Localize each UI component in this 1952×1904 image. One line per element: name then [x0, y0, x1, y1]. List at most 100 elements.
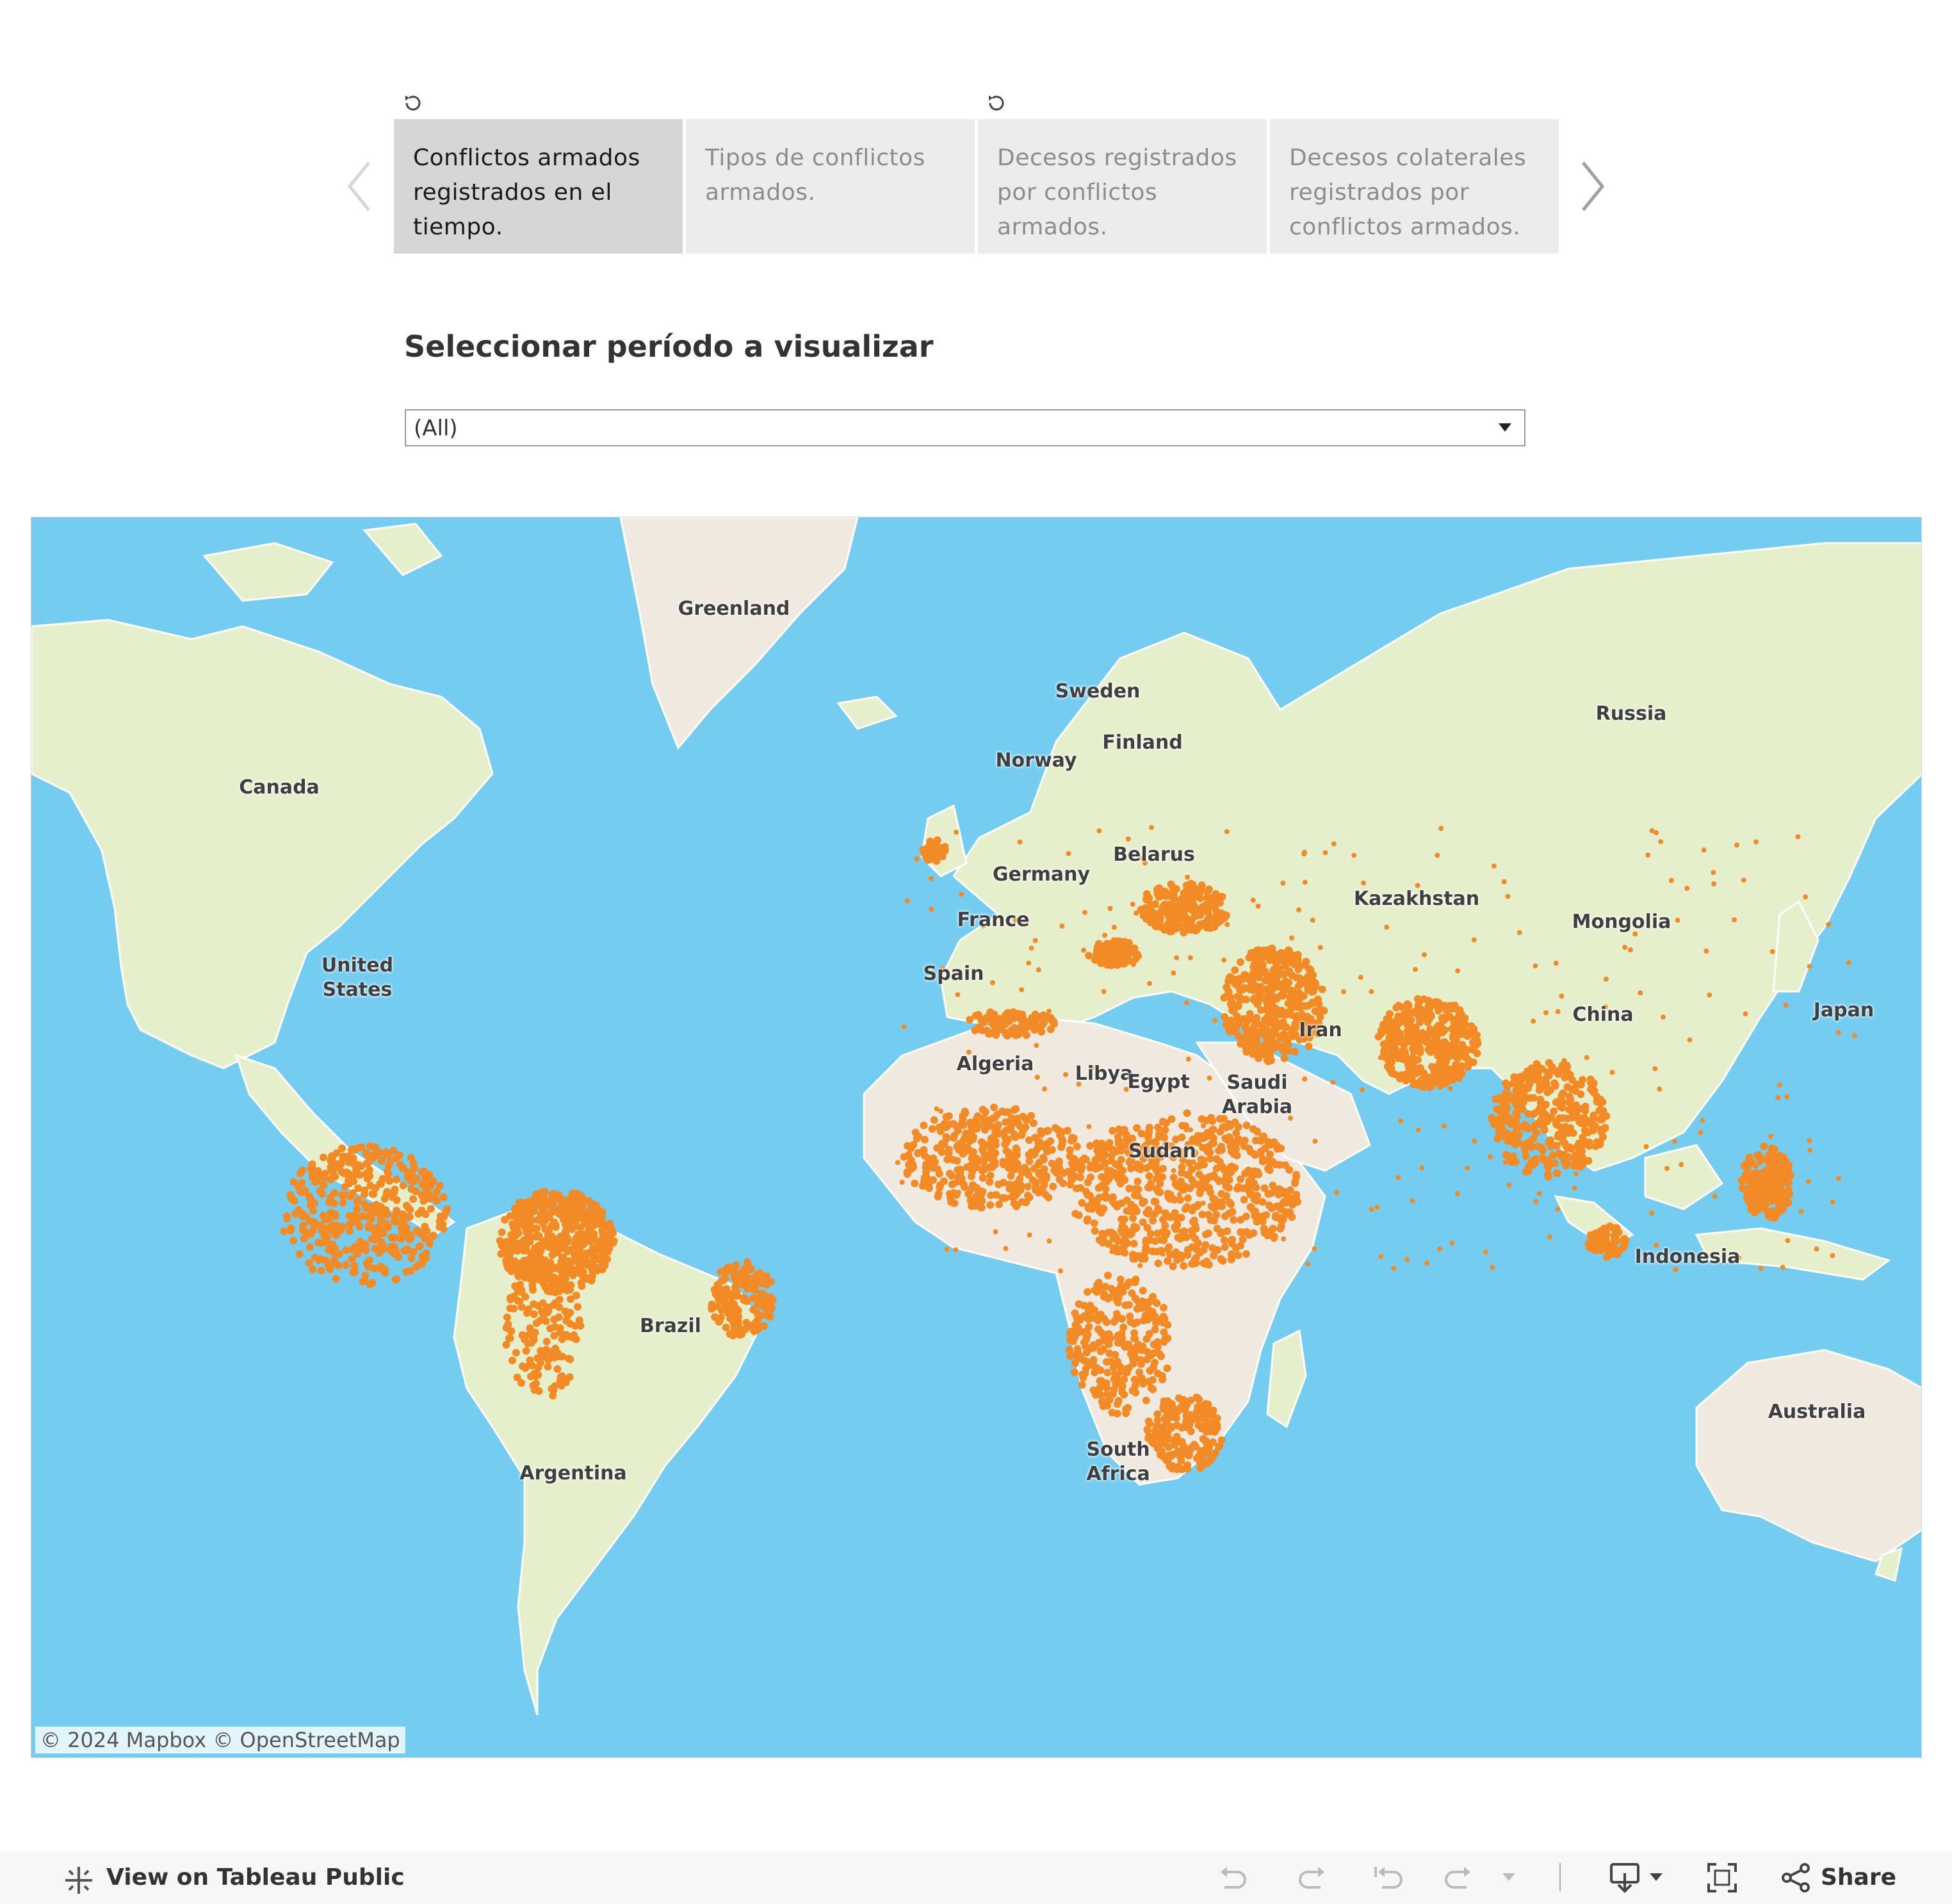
- conflict-point[interactable]: [1732, 917, 1737, 923]
- conflict-point[interactable]: [1449, 1076, 1457, 1084]
- map-attribution[interactable]: © 2024 Mapbox © OpenStreetMap: [35, 1727, 405, 1753]
- conflict-point[interactable]: [1553, 1121, 1561, 1129]
- conflict-point[interactable]: [544, 1363, 552, 1371]
- conflict-point[interactable]: [1378, 1055, 1383, 1061]
- conflict-point[interactable]: [1584, 1240, 1593, 1248]
- conflict-point[interactable]: [1757, 1169, 1766, 1178]
- conflict-point[interactable]: [1490, 1265, 1495, 1270]
- conflict-point[interactable]: [1087, 1161, 1095, 1169]
- conflict-point[interactable]: [511, 1206, 519, 1214]
- conflict-point[interactable]: [1150, 1358, 1159, 1367]
- conflict-point[interactable]: [1159, 1303, 1167, 1312]
- conflict-point[interactable]: [1553, 961, 1559, 966]
- conflict-point[interactable]: [1620, 1243, 1628, 1251]
- conflict-point[interactable]: [1743, 1011, 1748, 1017]
- undo-icon[interactable]: [1217, 1863, 1249, 1892]
- share-icon[interactable]: [1780, 1862, 1812, 1894]
- conflict-point[interactable]: [1252, 971, 1260, 979]
- conflict-point[interactable]: [1309, 971, 1317, 979]
- conflict-point[interactable]: [1260, 1144, 1269, 1153]
- conflict-point[interactable]: [991, 1137, 1000, 1146]
- conflict-point[interactable]: [1210, 1217, 1218, 1225]
- conflict-point[interactable]: [1559, 1114, 1567, 1122]
- conflict-point[interactable]: [1289, 935, 1294, 941]
- conflict-point[interactable]: [1005, 1149, 1014, 1157]
- conflict-point[interactable]: [1573, 1162, 1581, 1170]
- conflict-point[interactable]: [1130, 1329, 1139, 1337]
- conflict-point[interactable]: [1125, 1278, 1133, 1287]
- conflict-point[interactable]: [1657, 1086, 1663, 1092]
- conflict-point[interactable]: [386, 1157, 394, 1166]
- conflict-point[interactable]: [1010, 1200, 1018, 1208]
- conflict-point[interactable]: [1174, 1447, 1182, 1456]
- conflict-point[interactable]: [1280, 987, 1288, 995]
- conflict-point[interactable]: [327, 1260, 336, 1268]
- conflict-point[interactable]: [1392, 1017, 1401, 1025]
- conflict-point[interactable]: [1183, 1203, 1191, 1211]
- conflict-point[interactable]: [1027, 1232, 1032, 1238]
- conflict-point[interactable]: [1160, 1328, 1168, 1337]
- conflict-point[interactable]: [1216, 1128, 1224, 1136]
- conflict-point[interactable]: [1830, 1200, 1835, 1205]
- conflict-point[interactable]: [1414, 1004, 1422, 1012]
- conflict-point[interactable]: [963, 1134, 972, 1143]
- download-icon[interactable]: [1609, 1862, 1641, 1894]
- conflict-point[interactable]: [1558, 1091, 1566, 1100]
- conflict-point[interactable]: [1258, 1132, 1267, 1141]
- conflict-point[interactable]: [1156, 1188, 1164, 1196]
- conflict-point[interactable]: [719, 1297, 727, 1305]
- conflict-point[interactable]: [505, 1254, 513, 1262]
- conflict-point[interactable]: [1137, 1130, 1146, 1138]
- conflict-point[interactable]: [1771, 1178, 1777, 1184]
- conflict-point[interactable]: [1572, 1101, 1581, 1109]
- conflict-point[interactable]: [1369, 989, 1374, 995]
- conflict-point[interactable]: [1404, 1257, 1410, 1262]
- conflict-point[interactable]: [295, 1206, 303, 1214]
- conflict-point[interactable]: [990, 1103, 998, 1112]
- conflict-point[interactable]: [551, 1289, 560, 1296]
- conflict-point[interactable]: [738, 1280, 747, 1289]
- conflict-point[interactable]: [506, 1334, 514, 1342]
- conflict-point[interactable]: [1562, 1150, 1568, 1156]
- conflict-point[interactable]: [949, 1156, 957, 1164]
- conflict-point[interactable]: [1010, 1106, 1018, 1114]
- conflict-point[interactable]: [1280, 1189, 1289, 1198]
- conflict-point[interactable]: [1121, 1301, 1130, 1310]
- conflict-point[interactable]: [1126, 1318, 1135, 1326]
- conflict-point[interactable]: [1189, 880, 1195, 886]
- conflict-point[interactable]: [328, 1154, 336, 1162]
- conflict-point[interactable]: [399, 1213, 407, 1221]
- conflict-point[interactable]: [535, 1232, 543, 1240]
- conflict-point[interactable]: [933, 836, 941, 844]
- conflict-point[interactable]: [749, 1294, 757, 1303]
- conflict-point[interactable]: [305, 1217, 314, 1225]
- conflict-point[interactable]: [550, 1331, 558, 1340]
- conflict-point[interactable]: [1102, 1194, 1110, 1202]
- conflict-point[interactable]: [1220, 1166, 1228, 1174]
- conflict-point[interactable]: [366, 1182, 375, 1190]
- conflict-point[interactable]: [1700, 1118, 1705, 1123]
- conflict-point[interactable]: [1521, 1071, 1527, 1077]
- conflict-point[interactable]: [1510, 1132, 1518, 1140]
- conflict-point[interactable]: [1393, 1026, 1401, 1034]
- conflict-point[interactable]: [1295, 989, 1303, 997]
- conflict-point[interactable]: [1415, 1127, 1421, 1133]
- conflict-point[interactable]: [1374, 1032, 1383, 1041]
- conflict-point[interactable]: [929, 907, 934, 912]
- conflict-point[interactable]: [928, 1125, 936, 1133]
- conflict-point[interactable]: [368, 1235, 376, 1243]
- conflict-point[interactable]: [1309, 988, 1317, 996]
- conflict-point[interactable]: [1112, 1295, 1121, 1303]
- conflict-point[interactable]: [1768, 1134, 1773, 1139]
- conflict-point[interactable]: [409, 1248, 418, 1256]
- conflict-point[interactable]: [1172, 1248, 1180, 1257]
- conflict-point[interactable]: [1128, 1289, 1136, 1298]
- conflict-point[interactable]: [979, 1158, 988, 1166]
- conflict-point[interactable]: [1645, 852, 1651, 858]
- conflict-point[interactable]: [1529, 1127, 1535, 1132]
- conflict-point[interactable]: [1145, 1172, 1153, 1180]
- conflict-point[interactable]: [1424, 1260, 1430, 1266]
- conflict-point[interactable]: [1248, 1173, 1257, 1181]
- conflict-point[interactable]: [1561, 1139, 1569, 1148]
- conflict-point[interactable]: [1011, 1130, 1016, 1135]
